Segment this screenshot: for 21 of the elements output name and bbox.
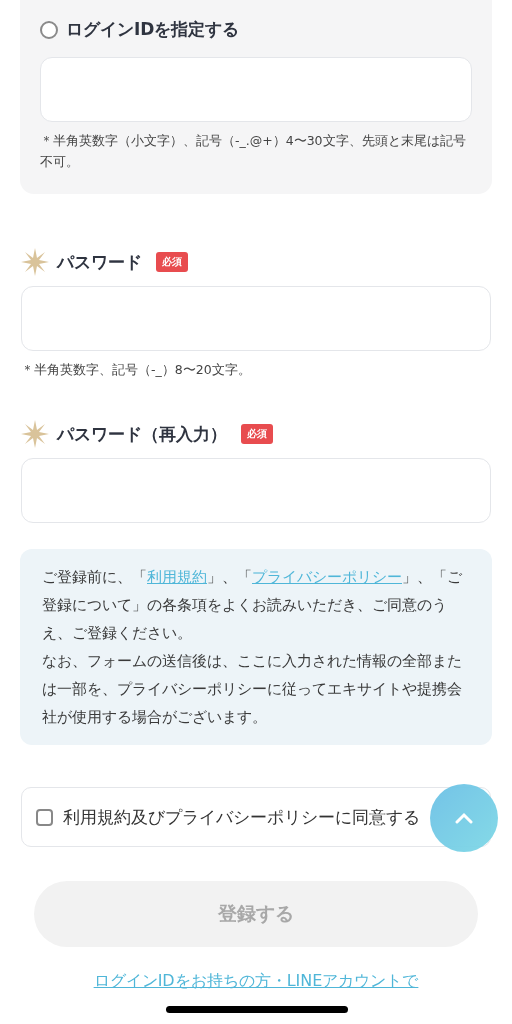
hint-text: ＊半角英数字（小文字）、記号（-_.@+）4〜30文字、先頭と末尾は記号不可。 xyxy=(40,132,467,171)
required-badge: 必須 xyxy=(156,252,188,272)
field-label: パスワード（再入力） xyxy=(57,422,227,446)
password-field[interactable] xyxy=(21,458,491,523)
checkbox[interactable] xyxy=(36,808,53,826)
input-field[interactable] xyxy=(40,57,472,122)
radio-button[interactable] xyxy=(40,20,58,39)
sparkle-icon xyxy=(21,420,49,448)
agree-label: 利用規約及びプライバシーポリシーに同意する xyxy=(63,805,420,829)
required-badge: 必須 xyxy=(241,424,273,444)
sparkle-icon xyxy=(21,248,49,276)
password-field[interactable] xyxy=(21,286,491,351)
notice-text: なお、フォームの送信後は、ここに入力された情報の全部または一部を、プライバシーポリシーに従ってエキサイトや提携会社が使用する場合がございます。 xyxy=(42,651,463,728)
chevron-up-icon xyxy=(455,812,473,824)
login-link[interactable]: ログインIDをお持ちの方・LINEアカウントで xyxy=(93,969,419,993)
terms-link[interactable]: 利用規約 xyxy=(147,568,207,586)
terms-link[interactable]: プライバシーポリシー xyxy=(252,568,402,586)
notice-text: ご登録前に、「利用規約」、「プライバシーポリシー」、「ご登録について」の各条項をよくお読みいただき、ご同意のうえ、ご登録ください。 xyxy=(42,567,463,644)
option-label: ログインIDを指定する xyxy=(66,18,240,41)
hint-text: ＊半角英数字、記号（-_）8〜20文字。 xyxy=(21,361,252,379)
field-label: パスワード xyxy=(57,250,142,274)
